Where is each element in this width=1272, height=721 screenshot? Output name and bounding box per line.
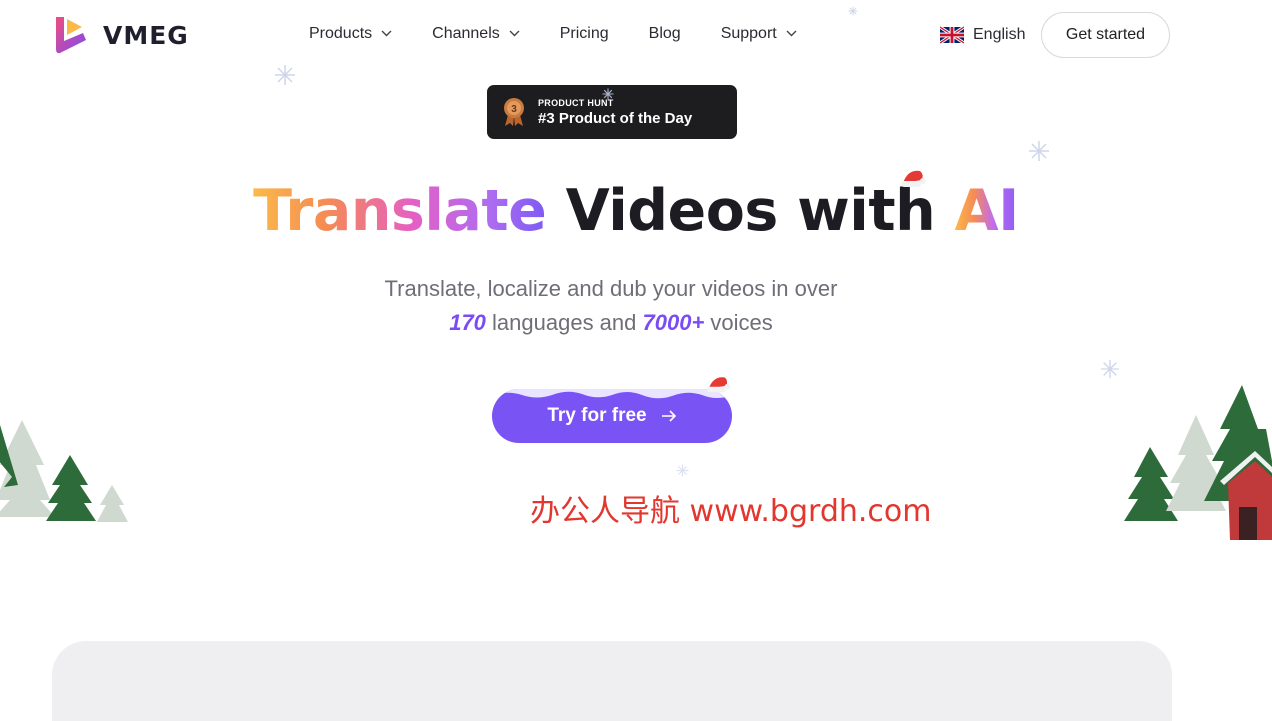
main-nav: Products Channels Pricing Blog Support [309,25,837,43]
hero-title-ai: AI [954,178,1020,244]
christmas-trees-left [0,420,128,522]
hero-subtitle: Translate, localize and dub your videos … [0,272,1222,340]
try-for-free-button[interactable]: Try for free [492,389,732,443]
nav-pricing-label: Pricing [559,25,609,42]
hero-title-highlight: Translate [253,178,547,244]
nav-blog-label: Blog [648,25,681,42]
logo-mark-icon [56,17,86,54]
languages-text: languages and [485,310,643,335]
try-for-free-label: Try for free [547,405,647,426]
chevron-down-icon [381,30,392,36]
nav-products[interactable]: Products [309,25,392,43]
vmeg-logo[interactable]: VMEG [53,15,189,55]
medal-icon: 3 [504,98,524,126]
nav-channels-label: Channels [432,25,500,42]
snowflake-icon [848,6,858,16]
chevron-down-icon [786,30,797,36]
chevron-down-icon [509,30,520,36]
hero-title: Translate Videos with AI [25,178,1247,244]
nav-pricing[interactable]: Pricing [560,25,609,43]
nav-support-label: Support [720,25,777,42]
nav-support[interactable]: Support [721,25,797,43]
voices-text: voices [704,310,773,335]
bottom-preview-card [52,641,1172,721]
snowflake-icon [275,65,295,85]
christmas-trees-right [1124,385,1272,540]
snowflake-icon [1029,141,1049,161]
medal-rank: 3 [511,104,517,115]
snowflake-icon [676,464,689,477]
nav-products-label: Products [309,25,373,42]
uk-flag-icon [940,26,964,44]
snow-cap-decoration [492,389,732,399]
nav-blog[interactable]: Blog [649,25,681,43]
santa-hat-icon [901,170,926,187]
language-selector[interactable]: English [940,26,1025,44]
hero-title-middle: Videos with [546,178,955,244]
subtitle-line2: 170 languages and 7000+ voices [0,306,1222,340]
logo-text: VMEG [103,20,189,50]
subtitle-line1: Translate, localize and dub your videos … [384,276,838,301]
badge-source: PRODUCT HUNT [538,97,614,108]
badge-text-group: PRODUCT HUNT #3 Product of the Day [538,98,692,127]
santa-hat-icon [706,377,731,393]
languages-count: 170 [449,310,486,335]
language-label: English [973,26,1026,43]
nav-channels[interactable]: Channels [432,25,520,43]
watermark-text: 办公人导航 www.bgrdh.com [530,494,932,529]
snowflake-icon [602,88,614,100]
badge-title: #3 Product of the Day [538,109,693,127]
arrow-right-icon [661,410,676,422]
voices-count: 7000+ [642,310,705,335]
get-started-button[interactable]: Get started [1041,12,1170,58]
snowflake-icon [1100,359,1120,379]
